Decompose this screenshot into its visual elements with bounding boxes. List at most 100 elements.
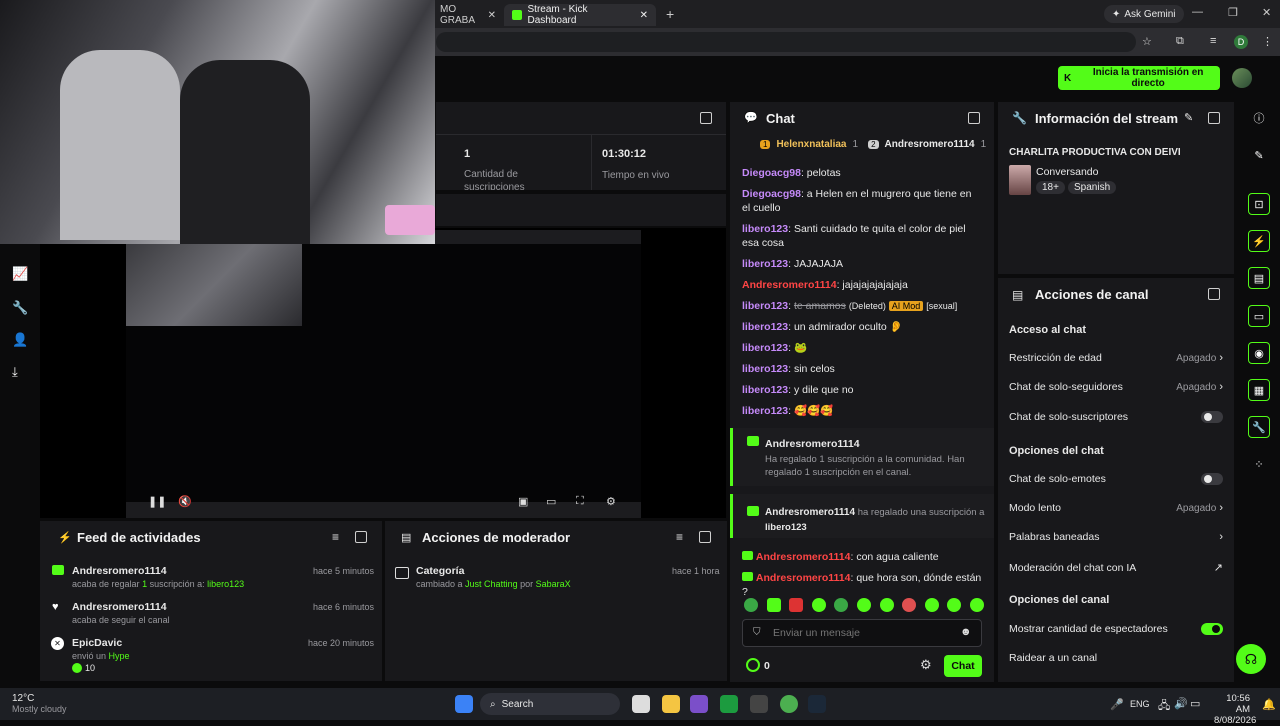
chat-username[interactable]: libero123 [742,363,788,375]
kick-points-icon[interactable] [746,658,760,672]
browser-menu-icon[interactable]: ⋮ [1262,35,1273,48]
activity-user[interactable]: Andresromero1114 [72,601,167,613]
wrench-icon[interactable]: 🔧 [1248,416,1270,438]
emote-icon[interactable] [856,598,871,612]
file-explorer-icon[interactable] [662,695,680,713]
new-tab-icon[interactable]: + [666,6,674,22]
expand-icon[interactable] [968,112,980,124]
chat-username[interactable]: libero123 [742,342,788,354]
filter-icon[interactable]: ≡ [332,530,339,544]
emote-icon[interactable] [744,598,758,612]
notes-icon[interactable]: ▤ [1248,267,1270,289]
steam-icon[interactable] [808,695,826,713]
expand-icon[interactable] [699,531,711,543]
reading-list-icon[interactable]: ≡ [1210,35,1216,47]
extensions-icon[interactable]: ⧉ [1176,35,1184,48]
info-icon[interactable]: ⓘ [1248,107,1270,129]
setting-banned-words[interactable]: Palabras baneadas › [1009,531,1223,543]
chat-username[interactable]: libero123 [742,384,788,396]
pause-icon[interactable]: ❚❚ [148,495,166,508]
minimize-icon[interactable]: — [1192,6,1203,18]
notifications-icon[interactable]: 🔔 [1262,698,1276,711]
help-support-icon[interactable]: ☊ [1236,644,1266,674]
clock[interactable]: 10:56 AM 8/08/2026 [1214,693,1256,726]
fullscreen-icon[interactable]: ⛶ [576,495,584,508]
setting-followers-only[interactable]: Chat de solo-seguidores Apagado › [1009,381,1223,393]
chat-username[interactable]: libero123 [742,223,788,235]
subscribers-only-toggle[interactable] [1201,411,1223,423]
chrome-icon[interactable] [780,695,798,713]
address-bar[interactable] [436,32,1136,52]
gift-user[interactable]: Andresromero1114 [765,438,860,450]
go-live-button[interactable]: K Inicia la transmisión en directo [1058,66,1220,90]
settings-gear-icon[interactable]: ⚙ [606,495,616,508]
category-name[interactable]: Conversando [1036,166,1098,178]
pip-icon[interactable]: ▣ [518,495,528,508]
microphone-icon[interactable]: 🎤 [1110,698,1124,711]
emote-icon[interactable] [947,598,962,612]
profile-avatar[interactable]: D [1234,35,1248,49]
taskbar-search[interactable]: ⌕ Search [480,693,620,715]
show-viewers-toggle[interactable] [1201,623,1223,635]
obs-icon[interactable] [750,695,768,713]
gift-user[interactable]: Andresromero1114 [765,507,855,518]
emote-icon[interactable] [879,598,894,612]
chat-settings-icon[interactable]: ⚙ [920,657,932,673]
mute-icon[interactable]: 🔇 [178,495,192,508]
volume-icon[interactable]: 🔊 [1174,697,1188,710]
expand-icon[interactable] [700,112,712,124]
focus-icon[interactable]: ⊡ [1248,193,1270,215]
input-language[interactable]: ENG [1130,699,1150,709]
emote-icon[interactable] [902,598,917,612]
chat-send-button[interactable]: Chat [944,655,982,677]
activity-user[interactable]: Andresromero1114 [72,565,167,577]
chat-username[interactable]: Diegoacg98 [742,167,801,179]
expand-icon[interactable] [1208,112,1220,124]
emotes-only-toggle[interactable] [1201,473,1223,485]
close-icon[interactable]: ✕ [488,10,496,21]
tab-kick-dashboard[interactable]: Stream - Kick Dashboard ✕ [504,4,656,26]
edit-pencil-icon[interactable]: ✎ [1184,111,1193,124]
chat-username[interactable]: libero123 [742,321,788,333]
theater-icon[interactable]: ▭ [546,495,556,508]
battery-icon[interactable]: ▭ [1190,697,1200,710]
setting-age-restriction[interactable]: Restricción de edad Apagado › [1009,352,1223,364]
emote-icon[interactable] [811,598,826,612]
close-icon[interactable]: ✕ [640,10,648,21]
chat-username[interactable]: libero123 [742,258,788,270]
weather-widget[interactable]: 12°C Mostly cloudy [12,693,67,714]
emote-icon[interactable] [924,598,939,612]
windows-start-icon[interactable] [455,695,473,713]
users-settings-icon[interactable]: 👤 [12,332,28,348]
task-view-icon[interactable] [632,695,650,713]
chat-username[interactable]: Diegoacg98 [742,188,801,200]
layout-icon[interactable]: ▦ [1248,379,1270,401]
chat-username[interactable]: libero123 [742,300,788,312]
upload-icon[interactable]: ⤓ [12,364,18,380]
lightning-icon[interactable]: ⚡ [1248,230,1270,252]
network-icon[interactable]: 🖧 [1158,697,1170,716]
gifter-name[interactable]: Helenxnataliaa [776,139,846,150]
chat-input[interactable] [773,624,953,642]
chat-username[interactable]: Andresromero1114 [756,551,851,563]
emote-icon[interactable] [834,598,849,612]
setting-slow-mode[interactable]: Modo lento Apagado › [1009,502,1223,514]
user-avatar[interactable] [1232,68,1252,88]
emote-icon[interactable] [789,598,804,612]
chat-username[interactable]: Andresromero1114 [742,279,837,291]
ask-gemini-button[interactable]: ✦ Ask Gemini [1104,5,1184,23]
apps-icon[interactable]: ⁘ [1248,453,1270,475]
emote-icon[interactable] [766,598,781,612]
activity-user[interactable]: EpicDavic [72,637,122,649]
chat-icon[interactable]: ▭ [1248,305,1270,327]
expand-icon[interactable] [1208,288,1220,300]
analytics-icon[interactable]: 📈 [12,266,28,282]
setting-raid-channel[interactable]: Raidear a un canal [1009,652,1223,664]
wrench-icon[interactable]: 🔧 [12,300,28,316]
chat-username[interactable]: libero123 [742,405,788,417]
setting-ai-moderation[interactable]: Moderación del chat con IA ↗ [1009,561,1223,575]
chat-username[interactable]: Andresromero1114 [756,572,851,584]
restore-icon[interactable]: ❐ [1228,6,1238,19]
expand-icon[interactable] [355,531,367,543]
emote-icon[interactable] [969,598,984,612]
